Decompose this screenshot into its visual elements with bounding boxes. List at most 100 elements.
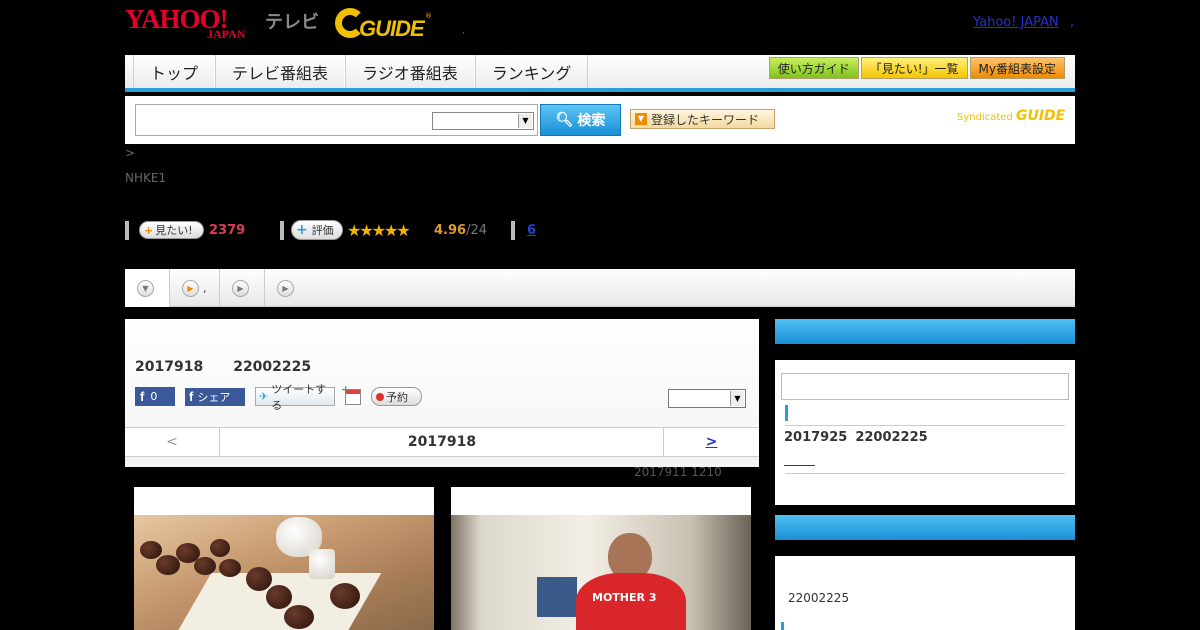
rating-value: 4.96 xyxy=(434,223,467,238)
gguide-reg-mark: ® xyxy=(425,12,432,20)
chevron-down-icon: ▼ xyxy=(518,114,532,128)
my-listings-settings-button[interactable]: My番組表設定 xyxy=(969,57,1065,79)
person: MOTHER 3 xyxy=(576,533,686,630)
reserve-label: 予約 xyxy=(386,390,408,404)
poster xyxy=(537,577,577,617)
sidebar-time: 22002225 xyxy=(788,591,850,605)
section-marker xyxy=(781,622,784,630)
previous-day-button[interactable]: < xyxy=(125,428,220,456)
search-button[interactable]: 🔍︎ 検索 xyxy=(540,104,621,136)
rating-count: /24 xyxy=(466,223,487,238)
play-icon: ▶ xyxy=(182,279,199,297)
sweet xyxy=(140,541,162,559)
saved-keywords-button[interactable]: ▼ 登録したキーワード xyxy=(630,109,775,129)
sweet xyxy=(330,583,360,609)
guide-button[interactable]: 使い方ガイド xyxy=(768,57,859,79)
tv-label[interactable]: テレビ xyxy=(265,8,319,34)
day-navigation: < 2017918 > xyxy=(125,427,759,457)
sub-tab-3[interactable]: ▶ xyxy=(220,269,265,307)
divider xyxy=(125,221,129,240)
shirt-text: MOTHER 3 xyxy=(592,591,657,604)
add-calendar-icon[interactable] xyxy=(341,383,361,405)
search-icon: 🔍︎ xyxy=(555,112,574,128)
breadcrumb[interactable]: > xyxy=(125,146,135,160)
next-broadcast: 2017925 22002225 xyxy=(784,430,928,445)
reserve-button[interactable]: 予約 xyxy=(371,387,422,406)
reviews-link[interactable]: 6 xyxy=(527,223,536,238)
yahoo-logo-sub: JAPAN xyxy=(207,27,246,41)
rate-button[interactable]: + 評価 xyxy=(291,220,343,240)
sweet xyxy=(156,555,180,575)
detail-select[interactable]: ▼ xyxy=(668,389,746,408)
gguide-logo-text: GUIDE xyxy=(359,16,425,41)
saved-keywords-label: 登録したキーワード xyxy=(651,112,760,127)
sidebar-box-2: 22002225 xyxy=(775,515,1075,630)
facebook-share-label: シェア xyxy=(197,390,231,404)
program-card[interactable]: MOTHER 3 xyxy=(451,487,751,630)
sidebar-box-header xyxy=(775,515,1075,540)
gguide-logo[interactable]: GUIDE ® xyxy=(335,8,435,41)
next-broadcast-time: 22002225 xyxy=(855,430,928,445)
nav-tab-top[interactable]: トップ xyxy=(133,55,216,88)
search-category-select[interactable]: ▼ xyxy=(432,112,534,130)
sidebar-input[interactable] xyxy=(781,373,1069,400)
divider xyxy=(785,425,1065,426)
triangle-down-icon: ▼ xyxy=(635,113,647,125)
broadcast-time: 22002225 xyxy=(233,359,312,375)
nav-tab-tv-listings[interactable]: テレビ番組表 xyxy=(215,55,346,88)
syndicated-label: Syndicated xyxy=(957,112,1013,123)
sidebar-box-header xyxy=(775,319,1075,344)
main-nav: トップ テレビ番組表 ラジオ番組表 ランキング 使い方ガイド 「見たい!」一覧 … xyxy=(125,55,1075,92)
sweet xyxy=(284,605,314,629)
plus-icon: + xyxy=(144,223,154,237)
facebook-icon: f xyxy=(140,389,145,404)
current-day: 2017918 xyxy=(407,434,477,450)
header-separator: , xyxy=(1070,15,1075,30)
sidebar-box-1: 2017925 22002225 xyxy=(775,319,1075,505)
facebook-like-count: 0 xyxy=(150,390,158,403)
search-button-label: 検索 xyxy=(577,113,606,129)
next-broadcast-date: 2017925 xyxy=(784,430,848,445)
nav-tab-ranking[interactable]: ランキング xyxy=(474,55,589,88)
tweet-label: ツイートする xyxy=(271,382,327,412)
want-to-watch-label: 見たい! xyxy=(155,224,193,237)
divider xyxy=(511,221,515,240)
tweet-button[interactable]: ✈ ツイートする xyxy=(255,383,335,412)
twitter-bird-icon: ✈ xyxy=(259,390,269,403)
program-image xyxy=(134,515,434,630)
facebook-icon: f xyxy=(189,389,194,404)
chevron-down-icon: ▼ xyxy=(137,279,154,297)
header-mark: , xyxy=(462,26,465,36)
search-bar: ▼ 🔍︎ 検索 ▼ 登録したキーワード Syndicated GUIDE xyxy=(125,96,1075,144)
divider xyxy=(785,473,1065,474)
sub-tab-2[interactable]: ▶ , xyxy=(170,269,220,307)
play-icon: ▶ xyxy=(232,279,249,297)
sub-tab-1[interactable]: ▼ xyxy=(125,269,170,307)
broadcast-date: 2017918 xyxy=(135,359,204,375)
want-to-watch-list-button[interactable]: 「見たい!」一覧 xyxy=(860,57,968,79)
chevron-down-icon: ▼ xyxy=(730,391,744,406)
yahoo-japan-link[interactable]: Yahoo! JAPAN xyxy=(973,15,1059,30)
channel-name: NHKE1 xyxy=(125,171,167,185)
section-marker xyxy=(785,405,788,421)
want-to-watch-count: 2379 xyxy=(209,223,246,238)
program-card[interactable] xyxy=(134,487,434,630)
facebook-like-button[interactable]: f 0 xyxy=(135,387,175,406)
divider xyxy=(280,221,284,240)
rating-stars: ★★★★★ xyxy=(347,221,411,240)
rating-score: 4.96/24 xyxy=(434,223,487,238)
sub-tab-4[interactable]: ▶ xyxy=(265,269,310,307)
sweet xyxy=(266,585,292,609)
next-day-button[interactable]: > xyxy=(663,428,759,456)
yahoo-japan-logo[interactable]: YAHOO! JAPAN xyxy=(125,6,265,42)
rate-label: 評価 xyxy=(311,224,334,237)
next-broadcast-link[interactable] xyxy=(784,456,815,466)
sub-tabs: ▼ ▶ , ▶ ▶ xyxy=(125,269,1075,307)
facebook-share-button[interactable]: f シェア xyxy=(185,387,245,406)
want-to-watch-button[interactable]: + 見たい! xyxy=(139,221,204,239)
nav-tab-radio-listings[interactable]: ラジオ番組表 xyxy=(345,55,475,88)
page: YAHOO! JAPAN テレビ GUIDE ® , Yahoo! JAPAN … xyxy=(0,0,1200,630)
sweet xyxy=(194,557,216,575)
sweet xyxy=(246,567,272,591)
program-image: MOTHER 3 xyxy=(451,515,751,630)
